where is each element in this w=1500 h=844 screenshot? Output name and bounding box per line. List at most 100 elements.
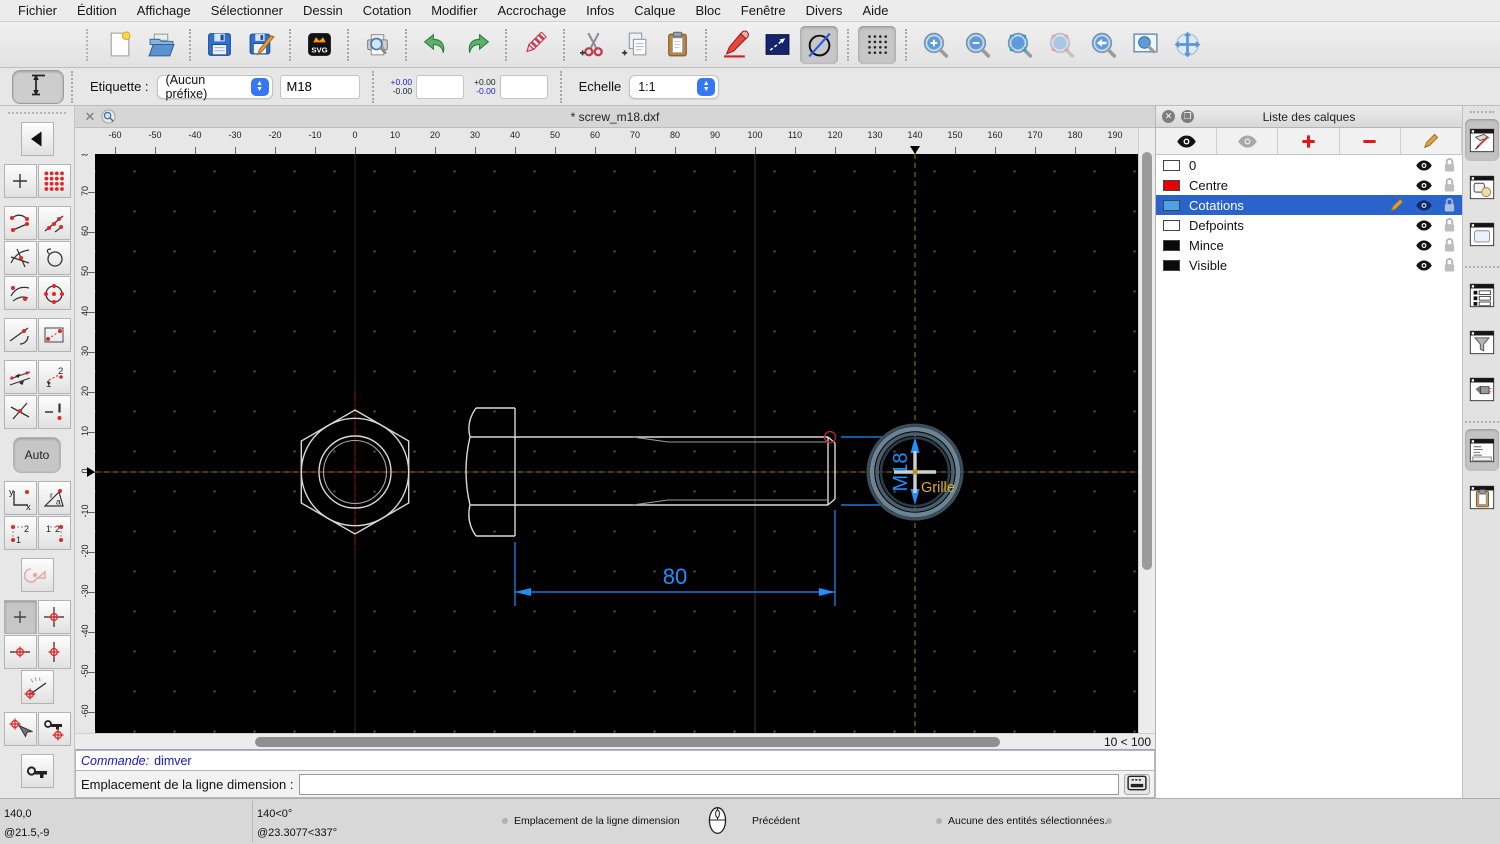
snap-endpoint-button[interactable]	[3, 206, 37, 240]
zoom-in-button[interactable]	[916, 26, 954, 64]
snap-free-button[interactable]	[3, 164, 37, 198]
snap-distance-button[interactable]	[3, 276, 37, 310]
dock-layer-list-button[interactable]	[1464, 119, 1499, 161]
print-preview-button[interactable]	[358, 26, 396, 64]
snap-grid-button[interactable]	[37, 164, 71, 198]
layer-color-swatch[interactable]	[1163, 259, 1180, 271]
menu-fichier[interactable]: Fichier	[8, 0, 67, 22]
restrict-horizontal-button[interactable]	[3, 635, 37, 669]
eye-all-button[interactable]	[1156, 128, 1218, 154]
dock-library-browser-button[interactable]	[1465, 213, 1499, 255]
draw-pencil-button[interactable]	[716, 26, 754, 64]
snap-middle-manual-button[interactable]	[37, 395, 71, 429]
layer-visibility-eye-icon[interactable]	[1415, 259, 1433, 271]
snap-intersection-button[interactable]	[3, 241, 37, 275]
layer-color-swatch[interactable]	[1163, 199, 1180, 211]
menu-edition[interactable]: Édition	[67, 0, 127, 22]
snap-center-button[interactable]	[37, 241, 71, 275]
corner-left-button[interactable]: 12	[3, 516, 37, 550]
save-as-button[interactable]	[242, 26, 280, 64]
tolerance-upper-input[interactable]	[416, 74, 465, 99]
horizontal-scrollbar[interactable]	[75, 733, 1085, 749]
prefix-select[interactable]: (Aucun préfixe) ▲ ▼	[156, 73, 273, 101]
layer-color-swatch[interactable]	[1163, 239, 1180, 251]
restrict-orthogonal-button[interactable]	[37, 600, 71, 634]
dimension-label-input[interactable]	[279, 74, 360, 99]
add-layer-button[interactable]	[1278, 128, 1340, 154]
layer-lock-icon[interactable]	[1443, 217, 1456, 233]
layer-lock-icon[interactable]	[1443, 157, 1456, 173]
menu-dessin[interactable]: Dessin	[293, 0, 353, 22]
new-file-button[interactable]	[100, 26, 138, 64]
layer-visibility-eye-icon[interactable]	[1415, 179, 1433, 191]
zoom-out-button[interactable]	[958, 26, 996, 64]
vertical-scrollbar-thumb[interactable]	[1142, 152, 1152, 570]
save-button[interactable]	[200, 26, 238, 64]
menu-aide[interactable]: Aide	[852, 0, 898, 22]
grid-toggle-button[interactable]	[858, 25, 896, 64]
dimension-vertical-button[interactable]	[12, 69, 64, 104]
layer-visibility-eye-icon[interactable]	[1415, 199, 1433, 211]
restrict-nothing-button[interactable]	[3, 600, 37, 634]
menu-selectionner[interactable]: Sélectionner	[201, 0, 293, 22]
layer-row-mince[interactable]: Mince	[1156, 235, 1462, 255]
eye-none-button[interactable]	[1217, 128, 1279, 154]
corner-right-button[interactable]: 12	[37, 516, 71, 550]
layer-row-visible[interactable]: Visible	[1156, 255, 1462, 275]
layer-edit-pencil-icon[interactable]	[1389, 197, 1405, 213]
zoom-selection-button[interactable]	[1042, 26, 1080, 64]
layer-visibility-eye-icon[interactable]	[1415, 239, 1433, 251]
open-folder-button[interactable]	[142, 26, 180, 64]
layer-color-swatch[interactable]	[1163, 179, 1180, 191]
horizontal-scrollbar-thumb[interactable]	[255, 737, 1000, 747]
zoom-pan-button[interactable]	[1168, 26, 1206, 64]
dock-block-list-button[interactable]	[1465, 166, 1499, 208]
back-button[interactable]	[20, 122, 54, 156]
menu-fenetre[interactable]: Fenêtre	[731, 0, 796, 22]
keyboard-toggle-button[interactable]	[1124, 773, 1150, 795]
vertical-scrollbar[interactable]	[1138, 128, 1155, 733]
menu-cotation[interactable]: Cotation	[353, 0, 421, 22]
undo-button[interactable]	[416, 26, 454, 64]
snap-reference-button[interactable]	[37, 318, 71, 352]
circle-line-tool-button[interactable]	[800, 25, 838, 64]
zoom-window-button[interactable]	[1126, 26, 1164, 64]
palette-drag-handle[interactable]	[8, 112, 66, 118]
paste-button[interactable]	[658, 26, 696, 64]
layer-lock-icon[interactable]	[1443, 257, 1456, 273]
delete-entity-button[interactable]	[516, 26, 554, 64]
layer-lock-icon[interactable]	[1443, 197, 1456, 213]
toolbar-drag-handle[interactable]	[86, 28, 92, 61]
point-order-button[interactable]: 21	[37, 360, 71, 394]
command-input[interactable]	[299, 773, 1119, 795]
snap-tangent-button[interactable]	[3, 318, 37, 352]
lock-relative-zero-button[interactable]	[37, 712, 71, 746]
dock-drag-handle[interactable]	[1469, 111, 1494, 113]
restrict-direction-button[interactable]	[3, 360, 37, 394]
remove-layer-button[interactable]	[1340, 128, 1401, 154]
layer-row-0[interactable]: 0	[1156, 155, 1462, 175]
dock-pen-palette-button[interactable]	[1465, 368, 1499, 410]
redo-button[interactable]	[458, 26, 496, 64]
tolerance-lower-input[interactable]	[499, 74, 548, 99]
layer-row-centre[interactable]: Centre	[1156, 175, 1462, 195]
dock-entity-list-button[interactable]	[1465, 274, 1499, 316]
layer-color-swatch[interactable]	[1163, 159, 1180, 171]
relative-zero-button[interactable]	[20, 754, 54, 788]
menu-calque[interactable]: Calque	[624, 0, 685, 22]
snap-intersection-manual-button[interactable]	[3, 395, 37, 429]
svg-export-button[interactable]: SVG	[300, 26, 338, 64]
coordinate-cartesian-button[interactable]: yx	[3, 481, 37, 515]
menu-affichage[interactable]: Affichage	[127, 0, 201, 22]
exclusive-snap-button[interactable]	[20, 558, 54, 592]
line-tool-button[interactable]	[758, 26, 796, 64]
angle-snap-button[interactable]	[20, 670, 54, 704]
layer-visibility-eye-icon[interactable]	[1415, 219, 1433, 231]
restrict-vertical-button[interactable]	[37, 635, 71, 669]
menu-bloc[interactable]: Bloc	[685, 0, 730, 22]
drawing-canvas[interactable]: 80 M18 Grille	[95, 154, 1138, 733]
auto-button[interactable]: Auto	[13, 437, 61, 473]
menu-accrochage[interactable]: Accrochage	[487, 0, 576, 22]
edit-layer-button[interactable]	[1401, 128, 1463, 154]
menu-modifier[interactable]: Modifier	[421, 0, 487, 22]
